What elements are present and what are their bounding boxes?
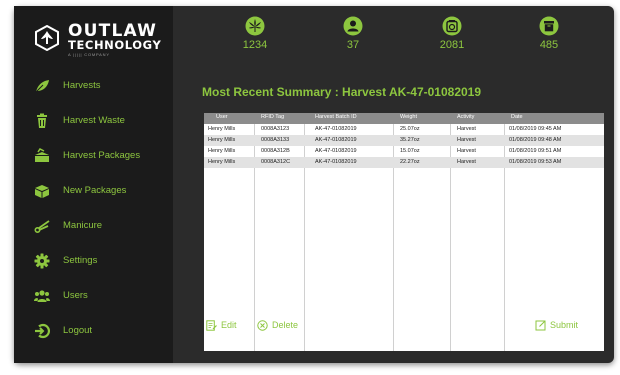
cell-activity: Harvest xyxy=(457,126,476,132)
sidebar-item-label: Users xyxy=(63,290,88,301)
sidebar-item-manicure[interactable]: Manicure xyxy=(14,209,173,244)
sidebar-item-label: Logout xyxy=(63,325,93,336)
user-icon xyxy=(343,16,363,36)
cell-date: 01/08/2019 09:45 AM xyxy=(509,126,562,132)
cell-date: 01/08/2019 09:53 AM xyxy=(509,159,562,165)
table-row[interactable]: Henry Mills 0008A312C AK-47-01082019 22.… xyxy=(204,157,604,168)
leaf-icon xyxy=(35,80,49,93)
summary-table: User RFID Tag Harvest Batch ID Weight Ac… xyxy=(204,113,604,351)
cell-harvest-batch-id: AK-47-01082019 xyxy=(315,148,357,154)
cell-weight: 35.27oz xyxy=(400,137,420,143)
package-icon xyxy=(35,148,49,162)
cell-rfid-tag: 0008A312B xyxy=(261,148,290,154)
cell-weight: 15.07oz xyxy=(400,148,420,154)
cell-weight: 22.27oz xyxy=(400,159,420,165)
table-row[interactable]: Henry Mills 0008A3123 AK-47-01082019 25.… xyxy=(204,124,604,135)
sidebar-item-users[interactable]: Users xyxy=(14,279,173,314)
submit-button[interactable]: Submit xyxy=(535,320,578,331)
column-header-weight[interactable]: Weight xyxy=(400,114,417,120)
cell-harvest-batch-id: AK-47-01082019 xyxy=(315,126,357,132)
sidebar-nav: Harvests Harvest Waste Harvest Packages xyxy=(14,69,173,349)
delete-icon xyxy=(257,320,268,331)
cell-activity: Harvest xyxy=(457,148,476,154)
stat-packages: 485 xyxy=(519,16,579,51)
users-icon xyxy=(34,290,50,302)
gear-icon xyxy=(34,253,50,269)
cell-harvest-batch-id: AK-47-01082019 xyxy=(315,137,357,143)
cell-harvest-batch-id: AK-47-01082019 xyxy=(315,159,357,165)
stat-users: 37 xyxy=(323,16,383,51)
sidebar: OUTLAW TECHNOLOGY A ||||| COMPANY Harves… xyxy=(14,6,173,363)
cell-user: Henry Mills xyxy=(208,159,236,165)
delete-button[interactable]: Delete xyxy=(257,320,298,331)
stat-harvests: 1234 xyxy=(225,16,285,51)
cell-rfid-tag: 0008A312C xyxy=(261,159,291,165)
edit-icon xyxy=(206,320,217,331)
column-header-user[interactable]: User xyxy=(216,114,228,120)
stat-value: 1234 xyxy=(242,39,268,51)
edit-label: Edit xyxy=(221,320,237,330)
sidebar-item-settings[interactable]: Settings xyxy=(14,244,173,279)
sidebar-item-label: Harvest Packages xyxy=(63,150,141,161)
logout-icon xyxy=(35,323,50,339)
logo-badge-icon xyxy=(35,25,59,51)
logo: OUTLAW TECHNOLOGY A ||||| COMPANY xyxy=(34,21,174,66)
sidebar-item-new-packages[interactable]: New Packages xyxy=(14,174,173,209)
main-panel: 1234 37 2081 485 Most Recent Summary : H… xyxy=(173,6,614,363)
submit-label: Submit xyxy=(550,320,579,330)
sidebar-item-harvests[interactable]: Harvests xyxy=(14,69,173,104)
logo-tagline: A ||||| COMPANY xyxy=(68,52,110,57)
logo-subtitle: TECHNOLOGY xyxy=(68,38,162,52)
column-header-date[interactable]: Date xyxy=(511,114,523,120)
cell-date: 01/08/2019 09:51 AM xyxy=(509,148,562,154)
box-icon xyxy=(539,16,559,36)
table-row[interactable]: Henry Mills 0008A3133 AK-47-01082019 35.… xyxy=(204,135,604,146)
sidebar-item-logout[interactable]: Logout xyxy=(14,314,173,349)
summary-title: Most Recent Summary : Harvest AK-47-0108… xyxy=(202,85,482,99)
column-header-activity[interactable]: Activity xyxy=(457,114,474,120)
trash-icon xyxy=(37,113,47,128)
sidebar-item-label: Settings xyxy=(63,255,98,266)
cell-rfid-tag: 0008A3133 xyxy=(261,137,290,143)
table-header-row: User RFID Tag Harvest Batch ID Weight Ac… xyxy=(204,113,604,124)
stat-weight: 2081 xyxy=(422,16,482,51)
sidebar-item-label: Manicure xyxy=(63,220,103,231)
sidebar-item-harvest-packages[interactable]: Harvest Packages xyxy=(14,139,173,174)
cannabis-leaf-icon xyxy=(245,16,265,36)
cell-weight: 25.07oz xyxy=(400,126,420,132)
sidebar-item-label: Harvests xyxy=(63,80,101,91)
cell-user: Henry Mills xyxy=(208,126,236,132)
delete-label: Delete xyxy=(272,320,299,330)
sidebar-item-label: Harvest Waste xyxy=(63,115,125,126)
stat-value: 2081 xyxy=(439,39,465,51)
cell-activity: Harvest xyxy=(457,137,476,143)
scissors-icon xyxy=(34,220,50,234)
scale-icon xyxy=(442,16,462,36)
stat-value: 485 xyxy=(539,39,559,51)
cell-activity: Harvest xyxy=(457,159,476,165)
gift-box-icon xyxy=(35,185,49,198)
sidebar-item-label: New Packages xyxy=(63,185,127,196)
edit-button[interactable]: Edit xyxy=(206,320,237,331)
submit-icon xyxy=(535,320,546,331)
sidebar-item-harvest-waste[interactable]: Harvest Waste xyxy=(14,104,173,139)
column-header-harvest-batch-id[interactable]: Harvest Batch ID xyxy=(315,114,357,120)
cell-date: 01/08/2019 09:48 AM xyxy=(509,137,562,143)
cell-user: Henry Mills xyxy=(208,137,236,143)
table-row[interactable]: Henry Mills 0008A312B AK-47-01082019 15.… xyxy=(204,146,604,157)
cell-user: Henry Mills xyxy=(208,148,236,154)
cell-rfid-tag: 0008A3123 xyxy=(261,126,290,132)
column-header-rfid-tag[interactable]: RFID Tag xyxy=(261,114,284,120)
stat-value: 37 xyxy=(346,39,360,51)
